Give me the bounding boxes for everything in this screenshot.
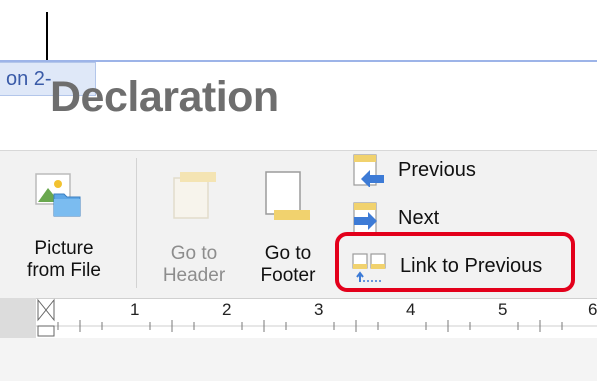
document-heading[interactable]: Declaration bbox=[50, 72, 279, 122]
ribbon-divider bbox=[136, 158, 137, 288]
go-to-header-icon bbox=[173, 172, 216, 219]
previous-arrow-icon bbox=[353, 154, 384, 187]
ruler-number-4: 4 bbox=[406, 300, 416, 319]
previous-button[interactable]: Previous bbox=[352, 152, 476, 188]
go-to-footer-icon bbox=[265, 171, 310, 220]
ruler-number-6: 6 bbox=[588, 300, 597, 319]
highlight-annotation-box bbox=[335, 232, 575, 292]
next-button[interactable]: Next bbox=[352, 200, 439, 236]
ruler-number-2: 2 bbox=[222, 300, 232, 319]
picture-from-file-label: Picture from File bbox=[27, 238, 101, 281]
next-label: Next bbox=[398, 206, 440, 229]
previous-label: Previous bbox=[398, 158, 476, 181]
ruler-number-3: 3 bbox=[314, 300, 324, 319]
go-to-footer-label: Go to Footer bbox=[260, 243, 316, 286]
ruler-number-5: 5 bbox=[498, 300, 508, 319]
ruler-number-1: 1 bbox=[130, 300, 140, 319]
go-to-header-label: Go to Header bbox=[162, 243, 226, 286]
picture-icon bbox=[35, 173, 81, 217]
next-arrow-icon bbox=[353, 202, 377, 234]
text-cursor bbox=[46, 12, 48, 62]
document-canvas-area bbox=[0, 338, 597, 381]
